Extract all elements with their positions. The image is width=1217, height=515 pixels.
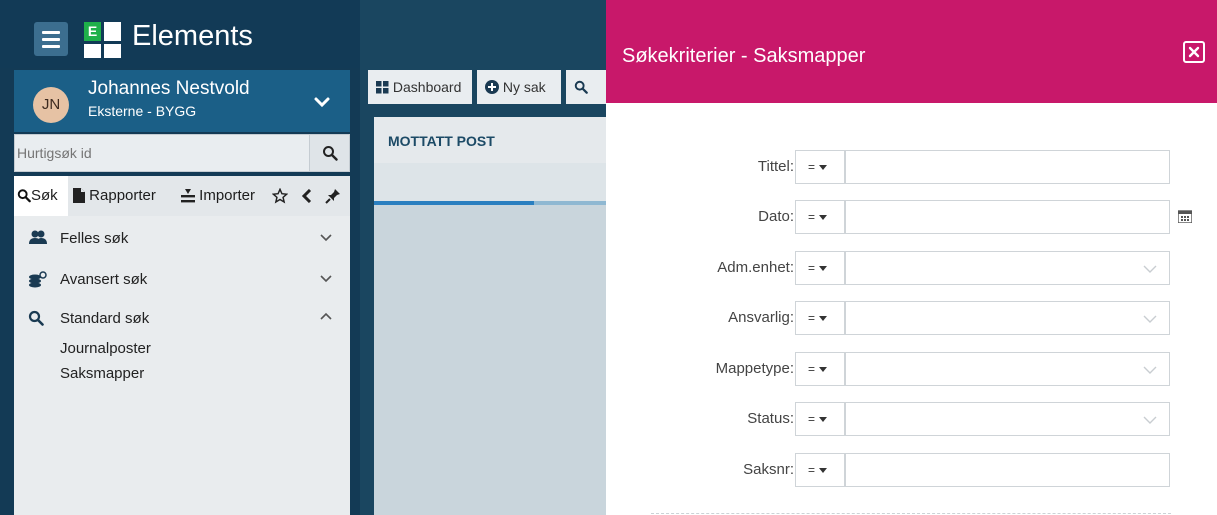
close-button[interactable] bbox=[1183, 41, 1205, 63]
adm-enhet-select[interactable] bbox=[845, 251, 1170, 285]
user-name: Johannes Nestvold bbox=[88, 78, 250, 99]
user-profile[interactable]: JN Johannes Nestvold Eksterne - BYGG bbox=[14, 70, 350, 132]
tab-importer-label: Importer bbox=[199, 187, 256, 204]
search-icon bbox=[323, 146, 338, 161]
panel-title: MOTTATT POST bbox=[388, 133, 495, 149]
tab-sok[interactable]: Søk bbox=[14, 176, 68, 216]
quick-search-input[interactable] bbox=[15, 135, 307, 171]
app-title: Elements bbox=[132, 20, 253, 52]
field-label: Adm.enhet: bbox=[717, 259, 794, 276]
menu-item-label: Standard søk bbox=[60, 310, 150, 327]
quick-search bbox=[14, 134, 350, 172]
menu-item-label: Avansert søk bbox=[60, 271, 148, 288]
chevron-down-icon bbox=[1143, 366, 1157, 374]
dashboard-panel: MOTTATT POST bbox=[374, 117, 614, 515]
operator-dropdown[interactable]: = bbox=[795, 352, 845, 386]
field-row-status: Status: = bbox=[606, 401, 1217, 437]
sidebar: E Elements JN Johannes Nestvold Eksterne… bbox=[0, 0, 360, 515]
chevron-down-icon[interactable] bbox=[312, 92, 332, 112]
tab-importer[interactable]: Importer bbox=[181, 176, 255, 216]
star-icon[interactable] bbox=[272, 188, 288, 204]
field-row-tittel: Tittel: = bbox=[606, 149, 1217, 185]
chevron-up-icon bbox=[320, 312, 332, 320]
tab-rapporter-label: Rapporter bbox=[89, 187, 156, 204]
app-header: E Elements bbox=[0, 0, 360, 68]
field-label: Tittel: bbox=[757, 158, 794, 175]
field-row-mappetype: Mappetype: = bbox=[606, 351, 1217, 387]
field-label: Saksnr: bbox=[743, 461, 794, 478]
field-row-adm-enhet: Adm.enhet: = bbox=[606, 250, 1217, 286]
dialog-title: Søkekriterier - Saksmapper bbox=[622, 45, 866, 67]
field-row-ansvarlig: Ansvarlig: = bbox=[606, 300, 1217, 336]
chevron-down-icon bbox=[1143, 315, 1157, 323]
search-criteria-dialog: Søkekriterier - Saksmapper Tittel: = Dat… bbox=[606, 0, 1217, 515]
pin-icon[interactable] bbox=[325, 188, 341, 204]
avatar: JN bbox=[33, 87, 69, 123]
operator-dropdown[interactable]: = bbox=[795, 402, 845, 436]
menu-item-felles-sok[interactable]: Felles søk bbox=[14, 218, 350, 259]
status-select[interactable] bbox=[845, 402, 1170, 436]
panel-header: MOTTATT POST bbox=[374, 117, 614, 163]
document-icon bbox=[73, 188, 85, 203]
import-icon bbox=[181, 189, 195, 203]
mappetype-select[interactable] bbox=[845, 352, 1170, 386]
search-menu: Felles søk Avansert søk Standard søk Jou… bbox=[14, 216, 350, 515]
field-label: Status: bbox=[747, 410, 794, 427]
ansvarlig-select[interactable] bbox=[845, 301, 1170, 335]
tab-sok-label: Søk bbox=[31, 187, 58, 204]
tittel-input[interactable] bbox=[845, 150, 1170, 184]
submenu-item-journalposter[interactable]: Journalposter bbox=[60, 340, 151, 357]
saksnr-input[interactable] bbox=[845, 453, 1170, 487]
chevron-down-icon bbox=[1143, 416, 1157, 424]
menu-item-label: Felles søk bbox=[60, 230, 129, 247]
plus-circle-icon bbox=[485, 80, 499, 94]
field-label: Mappetype: bbox=[715, 360, 794, 377]
chevron-down-icon bbox=[320, 275, 332, 283]
field-row-saksnr: Saksnr: = bbox=[606, 452, 1217, 488]
quick-search-button[interactable] bbox=[309, 135, 349, 171]
tab-dashboard-label: Dashboard bbox=[392, 79, 462, 95]
field-row-dato: Dato: = bbox=[606, 199, 1217, 235]
tab-dashboard[interactable]: Dashboard bbox=[368, 70, 472, 104]
operator-dropdown[interactable]: = bbox=[795, 301, 845, 335]
tab-ny-sak-label: Ny sak bbox=[502, 79, 546, 95]
tab-rapporter[interactable]: Rapporter bbox=[73, 176, 156, 216]
elements-logo-icon: E bbox=[84, 22, 122, 58]
coins-search-icon bbox=[29, 271, 47, 288]
calendar-icon[interactable] bbox=[1178, 209, 1192, 223]
user-department: Eksterne - BYGG bbox=[88, 103, 197, 119]
menu-item-standard-sok[interactable]: Standard søk bbox=[14, 298, 350, 339]
dialog-header: Søkekriterier - Saksmapper bbox=[606, 0, 1217, 103]
search-icon bbox=[574, 80, 588, 94]
progress-bar bbox=[374, 201, 534, 205]
field-label: Ansvarlig: bbox=[728, 309, 794, 326]
hamburger-menu-button[interactable] bbox=[34, 22, 68, 56]
search-icon bbox=[17, 189, 31, 203]
users-icon bbox=[29, 230, 47, 244]
field-label: Dato: bbox=[758, 208, 794, 225]
search-icon bbox=[28, 310, 44, 326]
operator-dropdown[interactable]: = bbox=[795, 150, 845, 184]
dato-input[interactable] bbox=[845, 200, 1170, 234]
chevron-down-icon bbox=[1143, 265, 1157, 273]
panel-toolbar bbox=[374, 163, 614, 203]
chevron-down-icon bbox=[320, 234, 332, 242]
operator-dropdown[interactable]: = bbox=[795, 200, 845, 234]
operator-dropdown[interactable]: = bbox=[795, 453, 845, 487]
close-icon bbox=[1188, 46, 1200, 58]
tab-ny-sak[interactable]: Ny sak bbox=[477, 70, 561, 104]
tab-search[interactable] bbox=[566, 70, 606, 104]
sidebar-tabs: Søk Rapporter Importer bbox=[14, 176, 350, 216]
divider bbox=[651, 513, 1171, 514]
submenu-item-saksmapper[interactable]: Saksmapper bbox=[60, 365, 144, 382]
chevron-left-icon[interactable] bbox=[301, 189, 313, 203]
operator-dropdown[interactable]: = bbox=[795, 251, 845, 285]
dashboard-icon bbox=[376, 81, 389, 94]
menu-item-avansert-sok[interactable]: Avansert søk bbox=[14, 259, 350, 300]
